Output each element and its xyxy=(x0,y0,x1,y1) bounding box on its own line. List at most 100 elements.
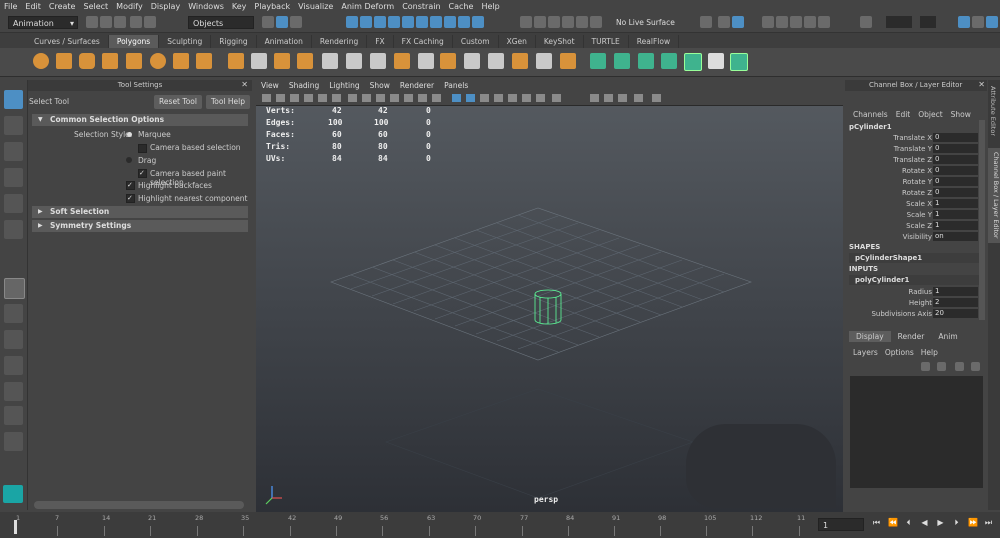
input-ops-icon[interactable] xyxy=(700,16,712,28)
new-layer-icon[interactable] xyxy=(921,362,930,371)
current-frame-field[interactable]: 1 xyxy=(818,518,864,531)
extrude-icon[interactable] xyxy=(322,53,338,69)
render-frame-icon[interactable] xyxy=(718,16,730,28)
tab-render[interactable]: Render xyxy=(891,331,932,342)
channels-menu[interactable]: Channels xyxy=(853,110,888,119)
bridge-icon[interactable] xyxy=(346,53,362,69)
hypershade-icon[interactable] xyxy=(776,16,788,28)
combine-icon[interactable] xyxy=(228,53,244,69)
common-selection-frame[interactable]: ▼ Common Selection Options xyxy=(32,114,248,126)
undo-icon[interactable] xyxy=(130,16,142,28)
paint-select-icon[interactable] xyxy=(4,142,23,161)
lock-selection-icon[interactable] xyxy=(458,16,470,28)
attr-field[interactable]: 1 xyxy=(933,287,978,296)
attr-field[interactable]: 0 xyxy=(933,188,978,197)
attr-field[interactable]: 0 xyxy=(933,155,978,164)
menu-file[interactable]: File xyxy=(0,2,21,11)
object-name[interactable]: pCylinder1 xyxy=(849,123,892,131)
poly-cone-icon[interactable] xyxy=(102,53,118,69)
center-pivot-icon[interactable] xyxy=(684,53,702,71)
channel-box-tab[interactable]: Channel Box / Layer Editor xyxy=(988,148,1000,243)
step-back-key-icon[interactable]: ⏪ xyxy=(888,518,898,527)
shelf-tab-rendering[interactable]: Rendering xyxy=(312,35,368,48)
menu-help[interactable]: Help xyxy=(477,2,503,11)
input-node[interactable]: polyCylinder1 xyxy=(849,275,979,285)
menu-anim-deform[interactable]: Anim Deform xyxy=(337,2,398,11)
menu-select[interactable]: Select xyxy=(79,2,112,11)
menu-modify[interactable]: Modify xyxy=(112,2,147,11)
open-scene-icon[interactable] xyxy=(100,16,112,28)
shelf-tab-keyshot[interactable]: KeyShot xyxy=(536,35,584,48)
tab-anim[interactable]: Anim xyxy=(931,331,964,342)
highlight-backfaces-checkbox[interactable]: ✓ xyxy=(126,181,135,190)
merge-icon[interactable] xyxy=(418,53,434,69)
append-icon[interactable] xyxy=(394,53,410,69)
shelf-tab-custom[interactable]: Custom xyxy=(453,35,499,48)
select-render-icon[interactable] xyxy=(430,16,442,28)
sym-icon[interactable] xyxy=(730,53,748,71)
select-tool-icon[interactable] xyxy=(4,90,23,109)
menu-cache[interactable]: Cache xyxy=(445,2,478,11)
attribute-editor-icon[interactable] xyxy=(972,16,984,28)
move-layer-down-icon[interactable] xyxy=(971,362,980,371)
attr-field[interactable]: 0 xyxy=(933,133,978,142)
step-forward-key-icon[interactable]: ⏩ xyxy=(968,518,978,527)
select-joint-icon[interactable] xyxy=(360,16,372,28)
play-backward-icon[interactable]: ◀ xyxy=(920,518,929,527)
attr-field[interactable]: 0 xyxy=(933,144,978,153)
poly-cube-icon[interactable] xyxy=(56,53,72,69)
go-to-start-icon[interactable]: ⏮ xyxy=(872,518,881,527)
modeling-toolkit-icon[interactable] xyxy=(958,16,970,28)
layout-menu-icon[interactable] xyxy=(4,432,23,451)
attr-field[interactable]: 1 xyxy=(933,199,978,208)
attribute-editor-tab[interactable]: Attribute Editor xyxy=(989,86,997,136)
render-view-icon[interactable] xyxy=(790,16,802,28)
sculpt-icon[interactable] xyxy=(590,53,606,69)
highlight-nearest-checkbox[interactable]: ✓ xyxy=(126,194,135,203)
camera-based-paint-checkbox[interactable]: ✓ xyxy=(138,169,147,178)
extract-icon[interactable] xyxy=(297,53,313,69)
attr-field[interactable]: 0 xyxy=(933,177,978,186)
mode-dropdown[interactable]: Animation ▾ xyxy=(8,16,78,29)
redo-icon[interactable] xyxy=(144,16,156,28)
poly-torus-icon[interactable] xyxy=(150,53,166,69)
move-tool-icon[interactable] xyxy=(4,168,23,187)
marquee-radio[interactable] xyxy=(127,132,132,137)
multi-cut-icon[interactable] xyxy=(464,53,480,69)
play-forward-icon[interactable]: ▶ xyxy=(936,518,945,527)
object-mode-icon[interactable] xyxy=(276,16,288,28)
camera-based-selection-checkbox[interactable] xyxy=(138,144,147,153)
vertical-scrollbar[interactable] xyxy=(979,120,985,320)
shelf-tab-animation[interactable]: Animation xyxy=(257,35,312,48)
rotate-tool-icon[interactable] xyxy=(4,194,23,213)
render-setup-icon[interactable] xyxy=(804,16,816,28)
time-slider[interactable]: 1 7 14 21 28 35 42 49 56 63 70 77 84 91 … xyxy=(0,512,1000,538)
shape-node[interactable]: pCylinderShape1 xyxy=(849,253,979,263)
poly-pyramid-icon[interactable] xyxy=(173,53,189,69)
show-menu[interactable]: Show xyxy=(951,110,971,119)
menu-key[interactable]: Key xyxy=(228,2,251,11)
four-view-layout-icon[interactable] xyxy=(4,304,23,323)
automatic-map-icon[interactable] xyxy=(560,53,576,69)
render-settings-icon[interactable] xyxy=(762,16,774,28)
menu-windows[interactable]: Windows xyxy=(184,2,228,11)
persp-graph-layout-icon[interactable] xyxy=(4,356,23,375)
menu-edit[interactable]: Edit xyxy=(21,2,45,11)
layer-list[interactable] xyxy=(850,376,983,488)
selection-mask-dropdown[interactable]: Objects xyxy=(188,16,254,29)
perspective-viewport[interactable]: View Shading Lighting Show Renderer Pane… xyxy=(256,80,843,512)
menu-create[interactable]: Create xyxy=(45,2,80,11)
smooth-icon[interactable] xyxy=(274,53,290,69)
live-surface-icon[interactable] xyxy=(590,16,602,28)
attr-field[interactable]: 1 xyxy=(933,221,978,230)
viewport-scene[interactable]: Verts: 42 42 0 Edges: 100 100 0 Faces: 60 60 0 Tr… xyxy=(256,106,843,512)
highlight-selection-icon[interactable] xyxy=(472,16,484,28)
sidebar-toggle-icon[interactable] xyxy=(860,16,872,28)
fill-hole-icon[interactable] xyxy=(440,53,456,69)
select-surface-icon[interactable] xyxy=(388,16,400,28)
poly-cylinder-icon[interactable] xyxy=(79,53,95,69)
shelf-tab-fx-caching[interactable]: FX Caching xyxy=(394,35,453,48)
shelf-tab-fx[interactable]: FX xyxy=(367,35,394,48)
shelf-tab-rigging[interactable]: Rigging xyxy=(211,35,257,48)
menu-constrain[interactable]: Constrain xyxy=(398,2,444,11)
